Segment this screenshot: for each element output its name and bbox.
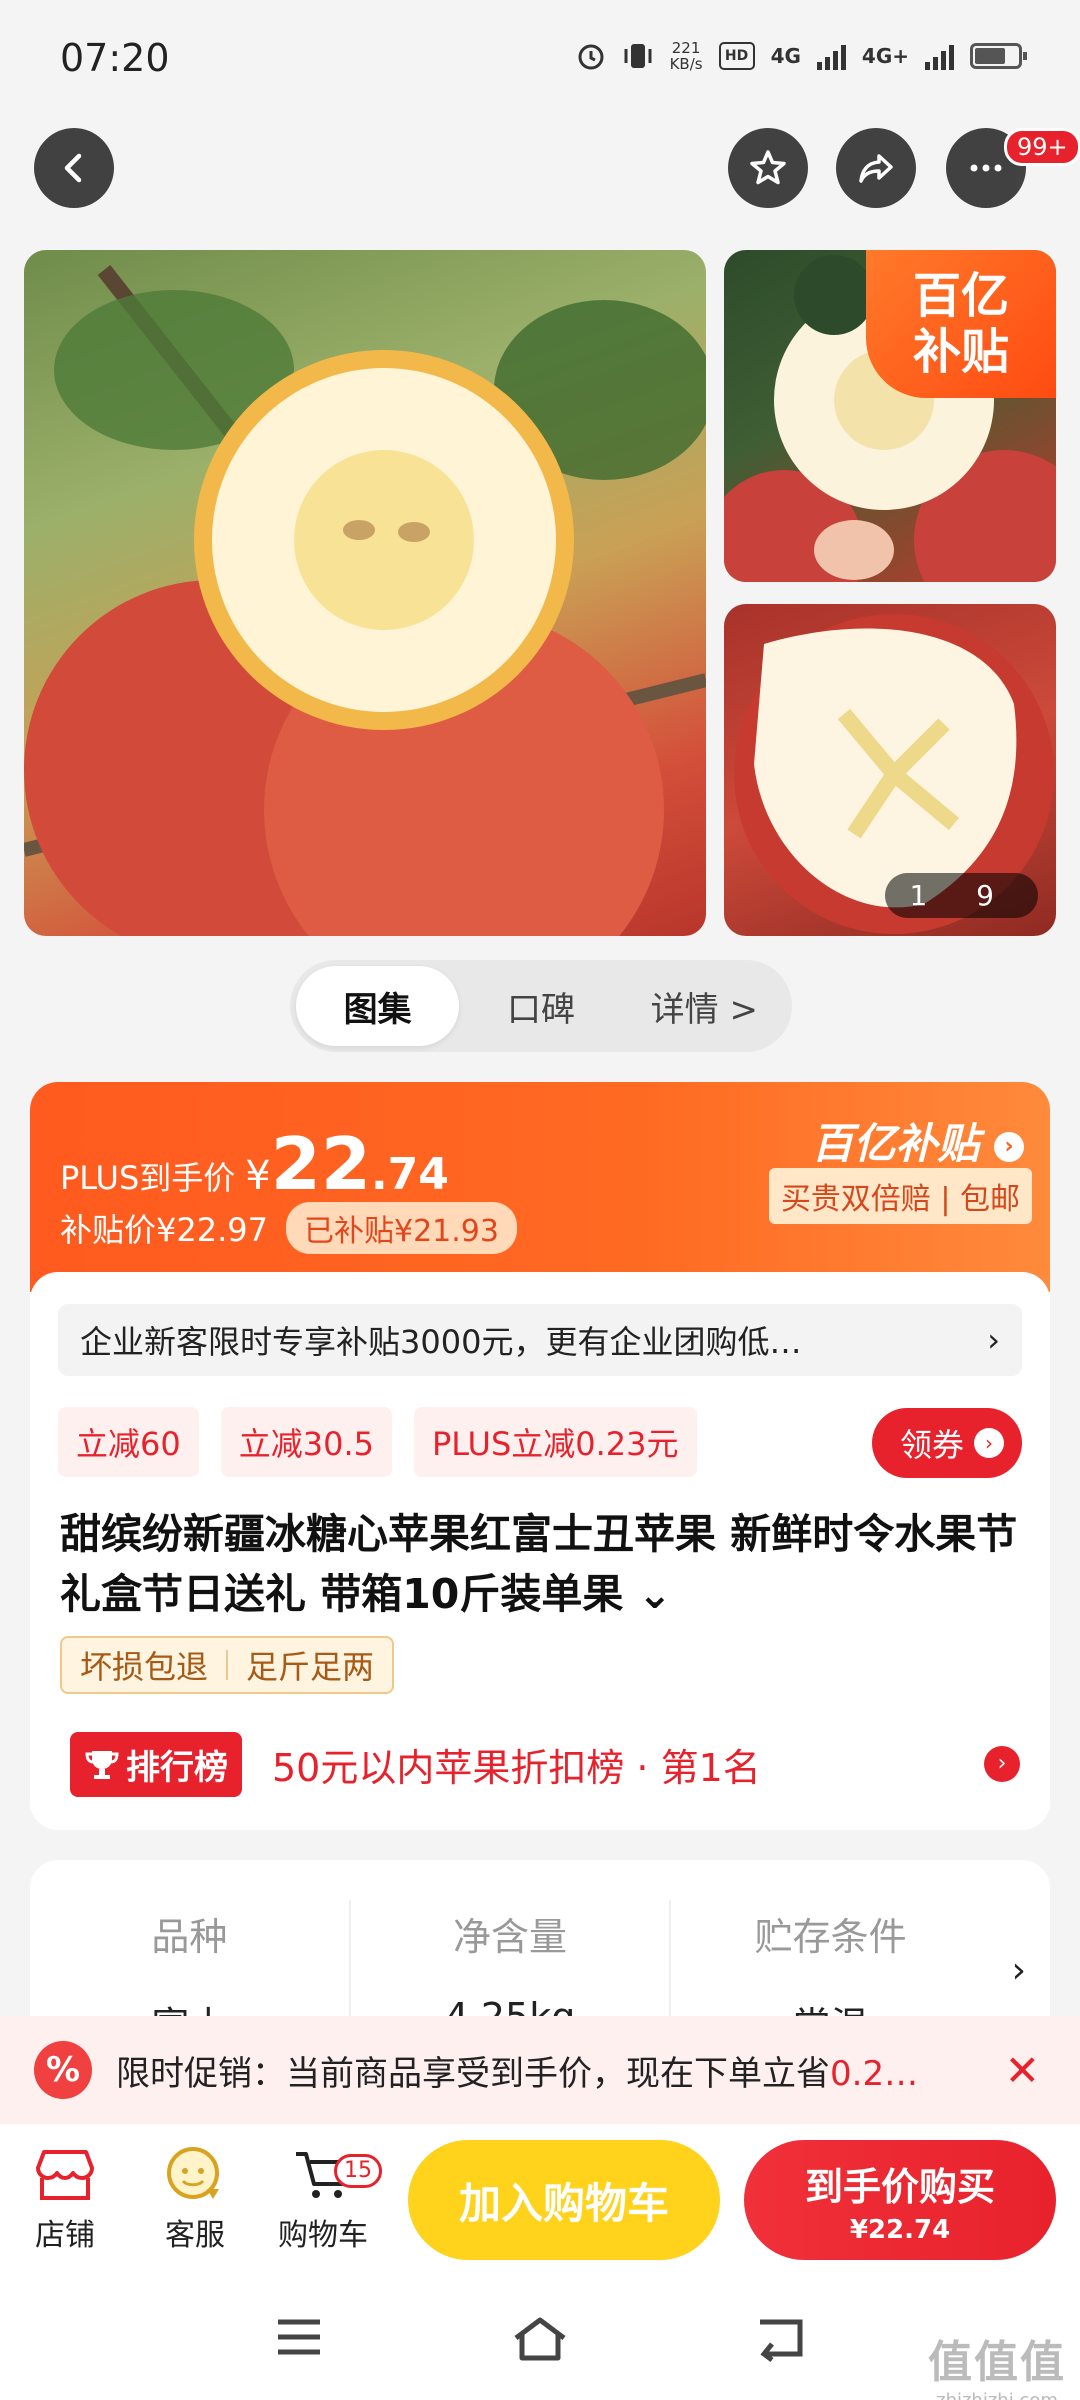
network-label-1: 4G	[770, 44, 801, 68]
hd-icon: HD	[718, 42, 755, 70]
chevron-right-icon: ›	[994, 1131, 1024, 1162]
price-decimal: .74	[370, 1149, 449, 1200]
get-coupon-button[interactable]: 领券 ›	[871, 1408, 1022, 1478]
spec-label: 净含量	[453, 1915, 568, 1959]
spec-label: 贮存条件	[754, 1915, 907, 1959]
status-bar: 07:20 221 KB/s HD 4G 4G+	[0, 0, 1080, 120]
close-icon[interactable]: ✕	[1005, 2046, 1040, 2095]
product-title[interactable]: 甜缤纷新疆冰糖心苹果红富士丑苹果 新鲜时令水果节礼盒节日送礼 带箱10斤装单果 …	[60, 1504, 1020, 1624]
signal-icon-2	[925, 42, 954, 70]
system-nav-bar	[0, 2280, 1080, 2400]
service-tag: 坏损包退	[80, 1648, 209, 1686]
main-product-image[interactable]	[24, 250, 706, 936]
coupon-tag[interactable]: PLUS立减0.23元	[414, 1407, 697, 1477]
ranking-text: 50元以内苹果折扣榜 · 第1名	[272, 1745, 761, 1790]
battery-icon	[970, 43, 1027, 69]
more-dots-icon	[970, 164, 1002, 172]
buy-now-price: ¥22.74	[849, 2214, 951, 2245]
gallery-tabs: 图集 口碑 详情 >	[290, 960, 792, 1052]
coupon-row: 立减60 立减30.5 PLUS立减0.23元 领券 ›	[58, 1406, 1022, 1478]
guarantee-tag: 买贵双倍赔 | 包邮	[768, 1168, 1032, 1224]
price-card: PLUS到手价 ¥ 22 .74 补贴价¥22.97 已补贴¥21.93 百亿补…	[30, 1082, 1050, 1830]
store-button[interactable]: 店铺	[10, 2140, 120, 2254]
price-header: PLUS到手价 ¥ 22 .74 补贴价¥22.97 已补贴¥21.93 百亿补…	[30, 1082, 1050, 1292]
net-speed: 221 KB/s	[669, 39, 703, 73]
alarm-icon	[578, 44, 604, 70]
customer-service-label: 客服	[165, 2218, 225, 2253]
favorite-button[interactable]	[728, 128, 808, 208]
chevron-right-icon: ›	[1011, 1950, 1026, 1991]
chevron-right-icon: ›	[984, 1746, 1020, 1782]
store-label: 店铺	[35, 2218, 95, 2253]
network-label-2: 4G+	[861, 44, 909, 68]
tab-details[interactable]: 详情 >	[623, 966, 786, 1046]
enterprise-promo-text: 企业新客限时专享补贴3000元，更有企业团购低…	[80, 1323, 802, 1361]
service-tags[interactable]: 坏损包退 足斤足两	[60, 1636, 395, 1694]
back-nav-icon[interactable]	[754, 2314, 806, 2362]
coupon-tag[interactable]: 立减30.5	[220, 1407, 392, 1477]
buy-now-label: 到手价购买	[804, 2164, 995, 2209]
thumbnail-1[interactable]: 百亿 补贴	[724, 250, 1056, 582]
chevron-right-icon: ›	[974, 1428, 1004, 1458]
store-icon	[36, 2150, 94, 2200]
vibrate-icon	[624, 44, 652, 68]
subsidy-price: 补贴价¥22.97	[60, 1211, 268, 1249]
product-info: 企业新客限时专享补贴3000元，更有企业团购低… › 立减60 立减30.5 P…	[30, 1272, 1050, 1830]
home-icon[interactable]	[510, 2314, 570, 2364]
service-tag: 足斤足两	[246, 1648, 375, 1686]
subsidized-amount-tag: 已补贴¥21.93	[285, 1202, 517, 1254]
coupon-tag[interactable]: 立减60	[58, 1407, 199, 1477]
enterprise-promo-bar[interactable]: 企业新客限时专享补贴3000元，更有企业团购低… ›	[58, 1304, 1022, 1376]
subsidy-brand-label: 百亿补贴	[811, 1119, 980, 1168]
discount-icon: %	[34, 2041, 92, 2099]
share-icon	[859, 154, 893, 183]
get-coupon-label: 领券	[899, 1426, 964, 1464]
plus-price-row: PLUS到手价 ¥ 22 .74	[60, 1122, 449, 1206]
add-to-cart-button[interactable]: 加入购物车	[408, 2140, 720, 2260]
chevron-left-icon	[64, 153, 82, 183]
tab-gallery[interactable]: 图集	[296, 966, 460, 1046]
spec-label: 品种	[151, 1915, 228, 1959]
image-counter: 1 9	[885, 873, 1038, 918]
status-icons: 221 KB/s HD 4G 4G+	[576, 39, 1027, 73]
top-nav: 99+	[0, 128, 1080, 212]
chevron-right-icon: ›	[987, 1321, 1000, 1359]
back-button[interactable]	[34, 128, 114, 208]
price-integer: 22	[270, 1122, 371, 1206]
ranking-badge-label: 排行榜	[126, 1747, 228, 1788]
trophy-icon	[85, 1751, 119, 1779]
subsidy-brand-link[interactable]: 百亿补贴 ›	[811, 1110, 1024, 1171]
promo-notice-highlight: 0.2…	[830, 2053, 919, 2094]
share-button[interactable]	[836, 128, 916, 208]
plus-price-label: PLUS到手价	[60, 1159, 236, 1197]
promo-notice[interactable]: % 限时促销：当前商品享受到手价，现在下单立省0.2… ✕	[0, 2016, 1080, 2124]
signal-icon	[816, 42, 846, 70]
cart-label: 购物车	[278, 2218, 368, 2253]
cart-button[interactable]: 购物车 15	[268, 2140, 382, 2254]
menu-icon[interactable]	[274, 2314, 324, 2360]
promo-notice-text: 限时促销：当前商品享受到手价，现在下单立省0.2…	[116, 2053, 919, 2094]
more-badge: 99+	[1004, 128, 1080, 166]
subsidy-row: 补贴价¥22.97 已补贴¥21.93	[60, 1202, 517, 1254]
buy-now-button[interactable]: 到手价购买 ¥22.74	[744, 2140, 1056, 2260]
cart-count-badge: 15	[334, 2154, 382, 2188]
subsidy-badge: 百亿 补贴	[866, 250, 1056, 398]
product-gallery: 百亿 补贴 1 9	[24, 250, 1056, 936]
apple-image	[24, 265, 706, 936]
thumbnail-2[interactable]: 1 9	[724, 604, 1056, 936]
currency-symbol: ¥	[245, 1153, 271, 1199]
bottom-action-bar: 店铺 客服 购物车 15 加入购物车 到手价购买 ¥22.74	[0, 2124, 1080, 2280]
customer-service-icon	[167, 2147, 219, 2199]
ranking-badge: 排行榜	[70, 1731, 242, 1797]
ranking-row[interactable]: 排行榜 50元以内苹果折扣榜 · 第1名 ›	[70, 1731, 1020, 1797]
watermark: 值值值 zhizhizhi.com	[928, 2337, 1066, 2400]
customer-service-button[interactable]: 客服	[140, 2140, 250, 2254]
tab-reviews[interactable]: 口碑	[459, 966, 622, 1046]
status-time: 07:20	[60, 36, 170, 80]
star-icon	[750, 150, 786, 185]
